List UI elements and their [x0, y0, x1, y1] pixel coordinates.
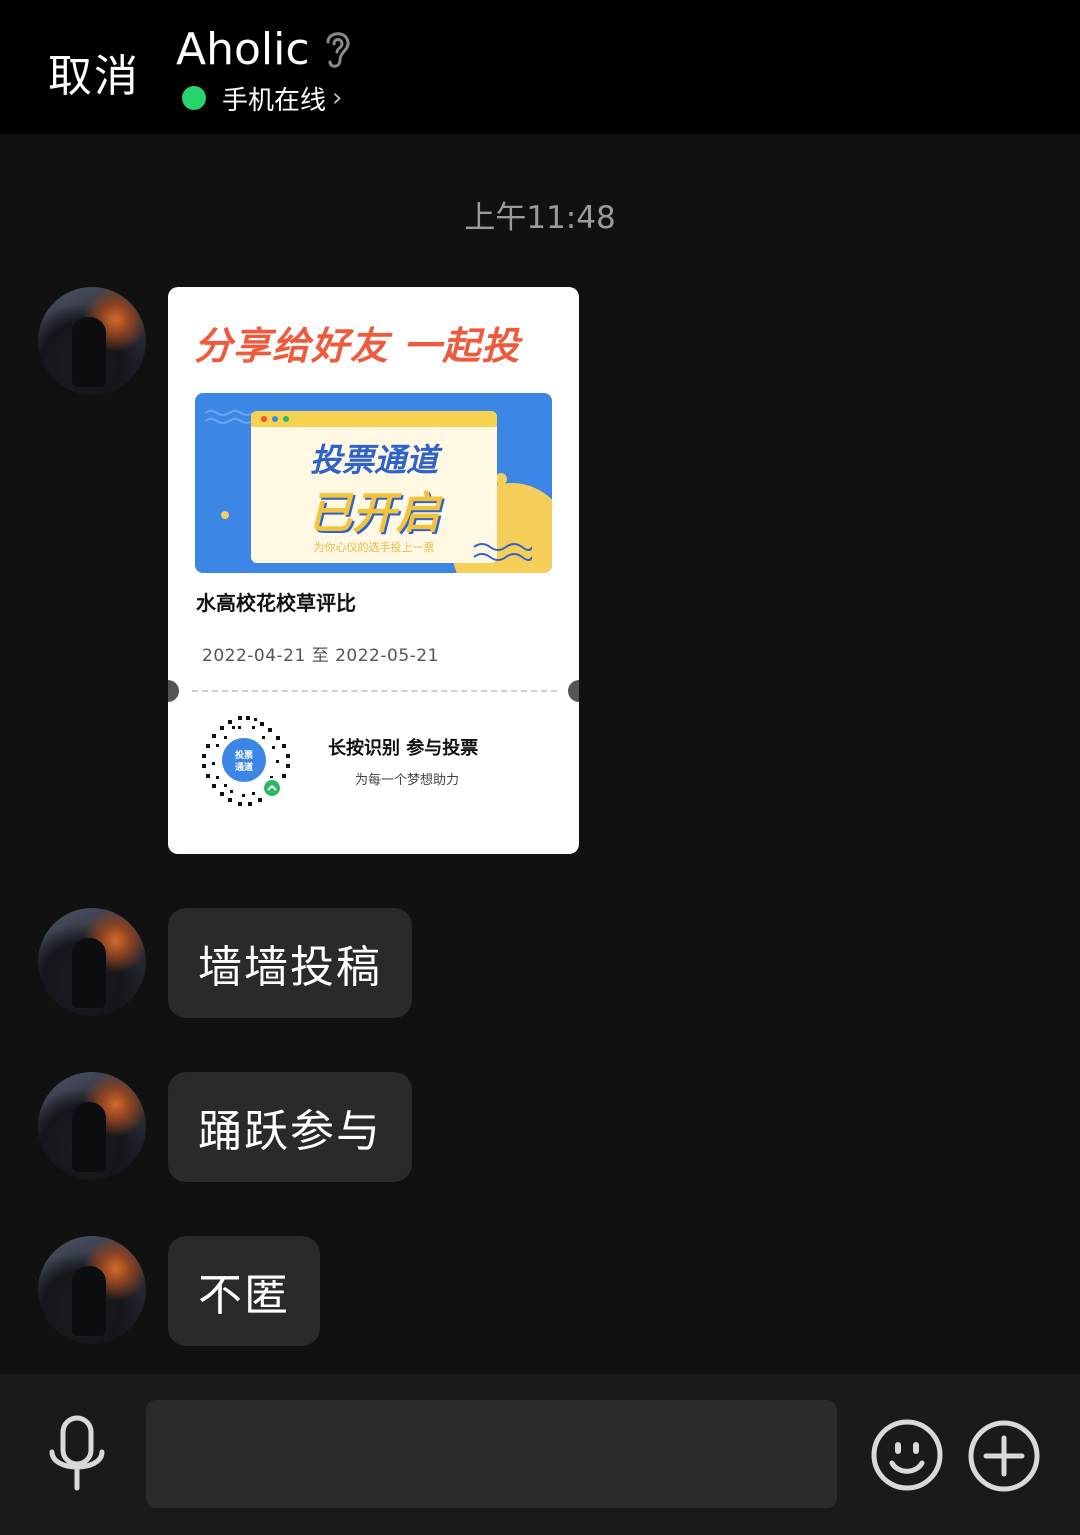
online-dot	[182, 86, 206, 110]
message-bubble[interactable]: 不匿	[168, 1236, 320, 1346]
banner-subtitle: 为你心仪的选手投上一票	[313, 541, 435, 554]
status-text: 手机在线	[222, 85, 327, 116]
sender-avatar[interactable]	[38, 1072, 146, 1180]
card-headline: 分享给好友 一起投	[194, 324, 521, 368]
svg-text:投票: 投票	[235, 749, 253, 761]
sender-avatar[interactable]	[38, 1236, 146, 1344]
wave-decoration-icon	[473, 543, 532, 561]
svg-text:通道: 通道	[235, 761, 253, 773]
message-timestamp: 上午11:48	[464, 200, 616, 236]
sender-avatar[interactable]	[38, 287, 146, 395]
qr-call-to-action: 长按识别 参与投票	[328, 738, 479, 759]
qr-subtitle: 为每一个梦想助力	[355, 773, 460, 788]
sender-avatar[interactable]	[38, 908, 146, 1016]
message-bubble[interactable]: 墙墙投稿	[168, 908, 412, 1018]
card-date-range: 2022-04-21 至 2022-05-21	[202, 646, 439, 666]
cancel-button[interactable]: 取消	[48, 40, 140, 104]
share-card[interactable]: 分享给好友 一起投 投票通道 已开启 为你心仪的选手投上一票 水高校花校草评比 …	[168, 287, 579, 854]
message-input-bar	[0, 1374, 1080, 1535]
banner-title-2: 已开启	[308, 488, 440, 539]
mini-program-qr-code[interactable]: 投票 通道	[198, 714, 292, 808]
wave-decoration-icon	[204, 410, 253, 424]
message-list[interactable]: 上午11:48 分享给好友 一起投 投票通道 已开启 为你心仪的选手投上一票 水…	[0, 134, 1080, 1374]
message-input[interactable]	[146, 1400, 837, 1508]
contact-name[interactable]: Aholic	[176, 24, 310, 75]
ticket-notch	[568, 680, 579, 702]
online-status[interactable]: 手机在线 ›	[182, 82, 343, 116]
banner-title: 投票通道	[309, 441, 438, 479]
microphone-icon[interactable]	[44, 1414, 110, 1494]
chat-screen: 取消 Aholic 手机在线 › 上午11:48 分享给好友 一起投 投票通道 …	[0, 0, 1080, 1535]
plus-circle-icon[interactable]	[966, 1418, 1042, 1494]
ticket-notch	[168, 680, 179, 702]
card-title: 水高校花校草评比	[196, 591, 356, 615]
smiley-icon[interactable]	[870, 1418, 944, 1492]
chat-header: 取消 Aholic 手机在线 ›	[0, 0, 1080, 134]
chevron-right-icon: ›	[332, 83, 343, 113]
banner-window: 投票通道 已开启 为你心仪的选手投上一票	[251, 411, 497, 563]
ear-icon	[326, 32, 350, 68]
dashed-divider	[192, 690, 557, 692]
message-bubble[interactable]: 踊跃参与	[168, 1072, 412, 1182]
vote-banner-image: 投票通道 已开启 为你心仪的选手投上一票	[195, 393, 552, 573]
